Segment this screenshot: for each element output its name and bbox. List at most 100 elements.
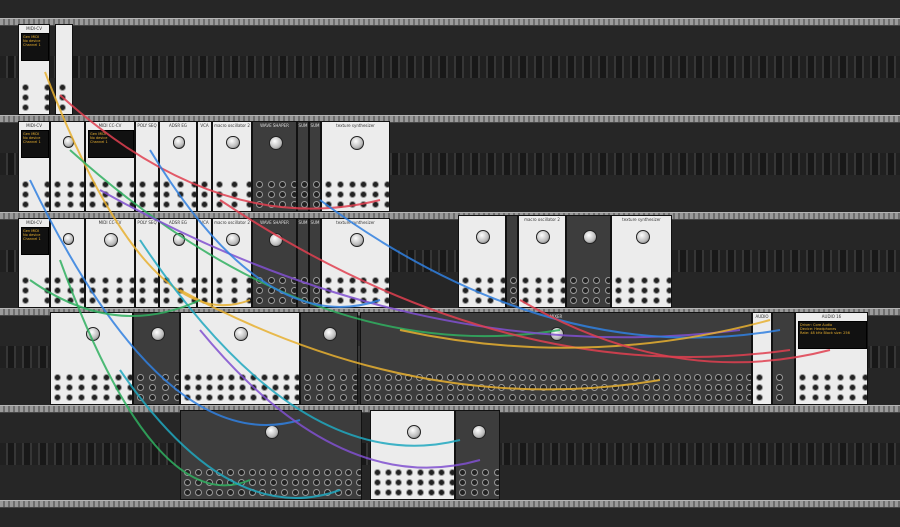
jack-port[interactable] bbox=[163, 201, 170, 208]
module-wave-shaper[interactable]: WAVE SHAPER bbox=[252, 218, 297, 308]
jack-port[interactable] bbox=[824, 384, 832, 391]
jack-port[interactable] bbox=[283, 384, 290, 391]
jack-port[interactable] bbox=[328, 394, 335, 401]
jack-port[interactable] bbox=[406, 469, 414, 476]
jack-port[interactable] bbox=[325, 181, 332, 188]
jack-port[interactable] bbox=[632, 394, 640, 401]
jack-port[interactable] bbox=[467, 374, 475, 381]
jack-port[interactable] bbox=[149, 374, 157, 381]
jack-port[interactable] bbox=[425, 374, 433, 381]
jack-port[interactable] bbox=[436, 374, 444, 381]
jack-port[interactable] bbox=[591, 394, 599, 401]
jack-port[interactable] bbox=[206, 384, 213, 391]
jack-port[interactable] bbox=[510, 287, 517, 294]
jack-port[interactable] bbox=[161, 374, 169, 381]
jack-port[interactable] bbox=[323, 469, 331, 476]
jack-port[interactable] bbox=[279, 287, 287, 294]
jack-port[interactable] bbox=[313, 201, 320, 208]
jack-port[interactable] bbox=[348, 287, 356, 294]
jack-port[interactable] bbox=[459, 489, 466, 496]
jack-port[interactable] bbox=[267, 297, 275, 304]
jack-port[interactable] bbox=[372, 287, 380, 294]
jack-port[interactable] bbox=[406, 489, 414, 496]
jack-port[interactable] bbox=[102, 297, 110, 304]
jack-port[interactable] bbox=[438, 479, 446, 486]
jack-port[interactable] bbox=[66, 277, 74, 284]
jack-port[interactable] bbox=[102, 374, 110, 381]
jack-port[interactable] bbox=[477, 374, 485, 381]
module-panel[interactable] bbox=[50, 312, 133, 405]
jack-port[interactable] bbox=[498, 384, 506, 391]
jack-port[interactable] bbox=[615, 297, 622, 304]
jack-port[interactable] bbox=[270, 489, 277, 496]
jack-port[interactable] bbox=[194, 469, 202, 476]
jack-port[interactable] bbox=[459, 479, 466, 486]
knob[interactable] bbox=[172, 233, 186, 246]
jack-port[interactable] bbox=[201, 297, 208, 304]
jack-port[interactable] bbox=[89, 191, 96, 198]
jack-port[interactable] bbox=[313, 287, 320, 294]
jack-port[interactable] bbox=[237, 469, 245, 476]
jack-port[interactable] bbox=[22, 181, 29, 188]
jack-port[interactable] bbox=[301, 277, 308, 284]
module-macro-oscillator-2[interactable]: macro oscillator 2 bbox=[518, 215, 566, 308]
jack-port[interactable] bbox=[195, 384, 202, 391]
jack-port[interactable] bbox=[114, 374, 122, 381]
jack-port[interactable] bbox=[799, 384, 806, 391]
jack-port[interactable] bbox=[384, 469, 392, 476]
module-adsr-eg[interactable]: ADSR EG bbox=[159, 218, 197, 308]
jack-port[interactable] bbox=[799, 394, 806, 401]
jack-port[interactable] bbox=[336, 201, 344, 208]
module-panel[interactable] bbox=[55, 24, 73, 115]
jack-port[interactable] bbox=[395, 489, 403, 496]
jack-port[interactable] bbox=[474, 297, 482, 304]
jack-port[interactable] bbox=[217, 384, 224, 391]
module-panel[interactable] bbox=[370, 410, 455, 500]
jack-port[interactable] bbox=[239, 394, 246, 401]
jack-port[interactable] bbox=[336, 277, 344, 284]
jack-port[interactable] bbox=[522, 277, 529, 284]
jack-port[interactable] bbox=[267, 287, 275, 294]
jack-port[interactable] bbox=[228, 384, 235, 391]
jack-port[interactable] bbox=[384, 181, 389, 188]
jack-port[interactable] bbox=[163, 181, 170, 188]
knob[interactable] bbox=[62, 136, 75, 148]
jack-port[interactable] bbox=[348, 181, 356, 188]
jack-port[interactable] bbox=[436, 384, 444, 391]
jack-port[interactable] bbox=[684, 394, 692, 401]
jack-port[interactable] bbox=[44, 94, 49, 101]
module-panel[interactable] bbox=[50, 121, 85, 212]
jack-port[interactable] bbox=[177, 191, 184, 198]
jack-port[interactable] bbox=[231, 297, 238, 304]
module-midi-cc-cv[interactable]: MIDI CC-CV Gen MIDI No device Channel 1 bbox=[85, 121, 135, 212]
jack-port[interactable] bbox=[323, 489, 331, 496]
jack-port[interactable] bbox=[374, 489, 381, 496]
jack-port[interactable] bbox=[250, 394, 257, 401]
jack-port[interactable] bbox=[405, 374, 413, 381]
jack-port[interactable] bbox=[384, 479, 392, 486]
jack-port[interactable] bbox=[374, 469, 381, 476]
jack-port[interactable] bbox=[22, 84, 29, 91]
jack-port[interactable] bbox=[279, 191, 287, 198]
jack-port[interactable] bbox=[66, 201, 74, 208]
jack-port[interactable] bbox=[663, 374, 671, 381]
jack-port[interactable] bbox=[522, 297, 529, 304]
jack-port[interactable] bbox=[313, 479, 320, 486]
jack-port[interactable] bbox=[581, 277, 589, 284]
jack-port[interactable] bbox=[139, 287, 146, 294]
jack-port[interactable] bbox=[547, 277, 555, 284]
jack-port[interactable] bbox=[384, 384, 392, 391]
jack-port[interactable] bbox=[673, 374, 681, 381]
jack-port[interactable] bbox=[811, 384, 819, 391]
jack-port[interactable] bbox=[611, 374, 619, 381]
jack-port[interactable] bbox=[139, 201, 146, 208]
module-panel[interactable] bbox=[180, 410, 362, 500]
jack-port[interactable] bbox=[184, 479, 191, 486]
jack-port[interactable] bbox=[216, 181, 223, 188]
module-panel[interactable] bbox=[458, 215, 506, 308]
knob[interactable] bbox=[62, 233, 75, 245]
jack-port[interactable] bbox=[487, 384, 495, 391]
jack-port[interactable] bbox=[735, 384, 743, 391]
jack-port[interactable] bbox=[776, 394, 783, 401]
jack-port[interactable] bbox=[59, 94, 66, 101]
